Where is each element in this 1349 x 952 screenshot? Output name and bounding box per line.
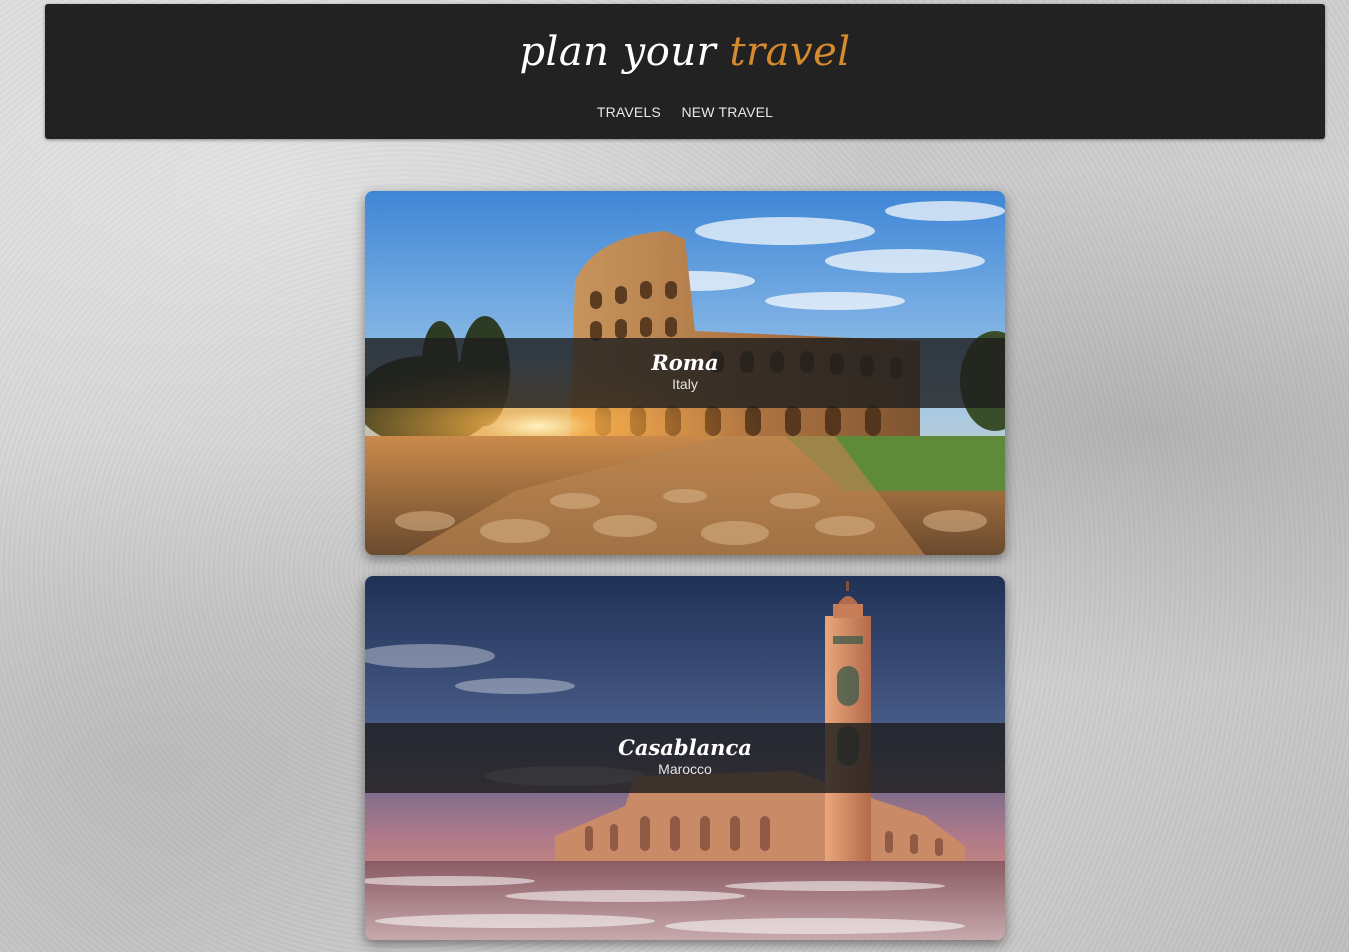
site-header: plan your travel TRAVELS NEW TRAVEL bbox=[45, 4, 1325, 139]
site-logo[interactable]: plan your travel bbox=[45, 26, 1325, 78]
travel-city: Casablanca bbox=[618, 735, 752, 760]
travel-card-roma[interactable]: Roma Italy bbox=[365, 191, 1005, 555]
travel-card-casablanca[interactable]: Casablanca Marocco bbox=[365, 576, 1005, 940]
travel-country: Marocco bbox=[658, 761, 712, 777]
brand-accent: travel bbox=[729, 29, 851, 75]
main-nav: TRAVELS NEW TRAVEL bbox=[45, 102, 1325, 122]
travel-city: Roma bbox=[651, 350, 719, 375]
nav-travels-link[interactable]: TRAVELS bbox=[597, 102, 661, 122]
brand-prefix: plan your bbox=[519, 29, 730, 75]
travel-country: Italy bbox=[672, 376, 698, 392]
nav-new-travel-link[interactable]: NEW TRAVEL bbox=[681, 102, 773, 122]
travel-caption: Roma Italy bbox=[365, 338, 1005, 408]
travel-caption: Casablanca Marocco bbox=[365, 723, 1005, 793]
